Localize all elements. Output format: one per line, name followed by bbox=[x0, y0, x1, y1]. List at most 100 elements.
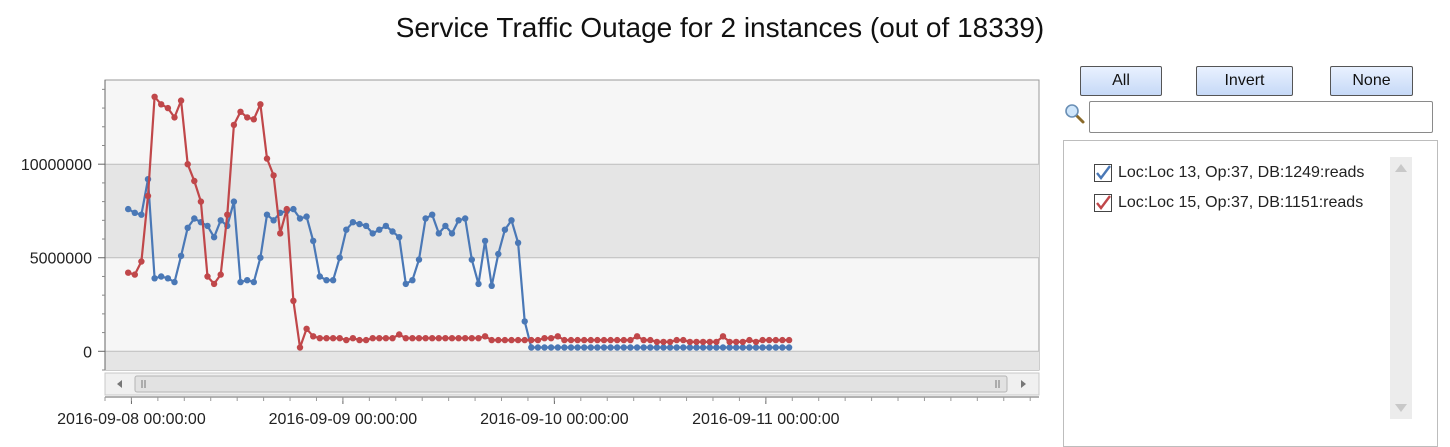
data-point bbox=[257, 101, 264, 108]
data-point bbox=[534, 344, 542, 351]
data-point bbox=[409, 277, 416, 284]
data-point bbox=[713, 338, 720, 346]
data-point bbox=[237, 108, 244, 116]
data-point bbox=[158, 273, 165, 280]
data-point bbox=[435, 335, 442, 342]
search-icon bbox=[1065, 104, 1085, 124]
data-point bbox=[587, 344, 594, 351]
data-point bbox=[514, 239, 522, 246]
data-point bbox=[468, 335, 475, 342]
data-point bbox=[693, 344, 700, 351]
data-point bbox=[779, 336, 786, 344]
data-point bbox=[462, 335, 469, 342]
data-point bbox=[396, 331, 403, 338]
data-point bbox=[323, 277, 330, 284]
data-point bbox=[607, 336, 614, 344]
series-item-loc15[interactable]: Loc:Loc 15, Op:37, DB:1151:reads bbox=[1094, 191, 1363, 215]
data-point bbox=[699, 338, 707, 346]
series-checkbox-loc15[interactable] bbox=[1094, 194, 1112, 212]
x-tick-label: 2016-09-11 00:00:00 bbox=[692, 411, 839, 428]
data-point bbox=[230, 198, 238, 205]
data-point bbox=[290, 297, 297, 304]
none-button[interactable]: None bbox=[1330, 66, 1413, 96]
data-point bbox=[210, 280, 218, 288]
data-point bbox=[693, 338, 700, 346]
data-point bbox=[204, 273, 211, 280]
data-point bbox=[633, 344, 641, 351]
data-point bbox=[567, 344, 575, 351]
data-point bbox=[686, 338, 694, 346]
data-point bbox=[547, 335, 555, 342]
data-point bbox=[785, 336, 793, 344]
data-point bbox=[614, 344, 621, 351]
series-item-loc13[interactable]: Loc:Loc 13, Op:37, DB:1249:reads bbox=[1094, 161, 1364, 185]
data-point bbox=[310, 237, 317, 245]
data-point bbox=[191, 215, 198, 222]
data-point bbox=[429, 335, 436, 342]
data-point bbox=[495, 336, 502, 344]
data-point bbox=[752, 344, 760, 351]
data-point bbox=[574, 336, 581, 344]
data-point bbox=[666, 338, 674, 346]
data-point bbox=[746, 336, 753, 344]
data-point bbox=[402, 335, 409, 342]
data-point bbox=[627, 344, 634, 351]
data-point bbox=[376, 226, 383, 233]
data-point bbox=[481, 333, 489, 340]
data-point bbox=[217, 217, 224, 224]
data-point bbox=[164, 104, 172, 112]
data-point bbox=[521, 336, 528, 344]
data-point bbox=[343, 226, 350, 233]
data-point bbox=[752, 338, 760, 346]
data-point bbox=[184, 224, 191, 231]
data-point bbox=[144, 192, 152, 200]
data-point bbox=[528, 336, 535, 344]
data-point bbox=[389, 228, 396, 235]
data-point bbox=[607, 344, 614, 351]
data-point bbox=[356, 220, 363, 228]
data-point bbox=[131, 209, 138, 216]
data-point bbox=[534, 336, 542, 344]
data-point bbox=[237, 278, 244, 286]
data-point bbox=[759, 344, 766, 351]
data-point bbox=[475, 280, 482, 288]
x-tick-label: 2016-09-10 00:00:00 bbox=[480, 411, 629, 428]
data-point bbox=[766, 344, 773, 351]
data-point bbox=[191, 177, 198, 185]
data-point bbox=[581, 344, 588, 351]
data-point bbox=[164, 275, 172, 282]
data-point bbox=[257, 254, 264, 261]
plot-band bbox=[105, 351, 1039, 370]
data-point bbox=[594, 344, 601, 351]
data-point bbox=[250, 116, 257, 123]
data-point bbox=[561, 336, 568, 344]
data-point bbox=[719, 344, 727, 351]
invert-button[interactable]: Invert bbox=[1196, 66, 1293, 96]
data-point bbox=[296, 215, 304, 222]
all-button[interactable]: All bbox=[1080, 66, 1162, 96]
y-tick-label: 10000000 bbox=[21, 157, 92, 174]
data-point bbox=[653, 338, 661, 346]
data-point bbox=[620, 336, 627, 344]
arrow-down-icon[interactable] bbox=[1395, 404, 1407, 412]
series-checkbox-loc13[interactable] bbox=[1094, 164, 1112, 182]
data-point bbox=[376, 335, 383, 342]
data-point bbox=[620, 344, 627, 351]
data-point bbox=[640, 344, 647, 351]
search-input[interactable] bbox=[1089, 101, 1433, 133]
scrollbar-thumb[interactable] bbox=[134, 375, 1008, 393]
data-point bbox=[766, 336, 773, 344]
series-list-scrollbar[interactable] bbox=[1390, 157, 1412, 419]
data-point bbox=[442, 222, 449, 230]
data-point bbox=[270, 172, 277, 179]
data-point bbox=[508, 336, 515, 344]
data-point bbox=[177, 97, 185, 104]
data-point bbox=[349, 335, 357, 342]
data-point bbox=[349, 219, 357, 226]
data-point bbox=[448, 230, 456, 237]
data-point bbox=[382, 222, 390, 230]
data-point bbox=[197, 198, 205, 205]
arrow-up-icon[interactable] bbox=[1395, 164, 1407, 172]
data-point bbox=[567, 336, 575, 344]
data-point bbox=[415, 335, 423, 342]
